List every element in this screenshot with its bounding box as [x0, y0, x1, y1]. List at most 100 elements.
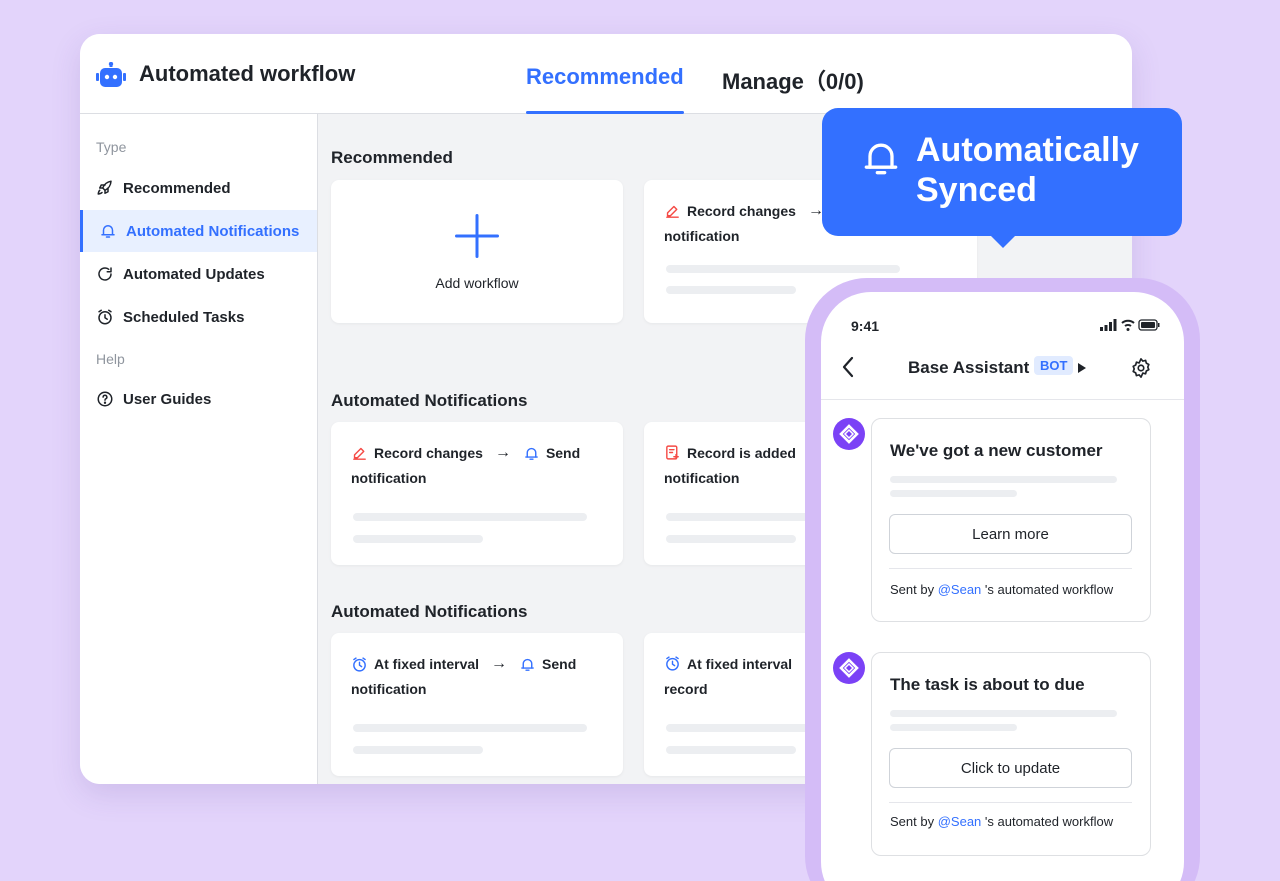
sent-by-label: Sent by	[890, 814, 935, 829]
card-trigger-text: At fixed interval	[374, 656, 480, 672]
card-trigger-text: Record is added	[687, 444, 796, 461]
divider	[889, 802, 1132, 803]
placeholder-bar	[353, 513, 587, 521]
status-time: 9:41	[851, 318, 880, 334]
sidebar-item-automated-updates[interactable]: Automated Updates	[80, 253, 317, 295]
bell-icon	[525, 447, 538, 460]
sidebar-section-help: Help	[96, 351, 125, 367]
card-action-text: record	[664, 681, 708, 697]
caret-right-icon[interactable]	[1078, 363, 1086, 373]
card-action-text: notification	[351, 681, 427, 697]
placeholder-bar	[890, 724, 1017, 731]
sent-by-label: Sent by	[890, 582, 935, 597]
placeholder-bar	[890, 490, 1017, 497]
message-footer: Sent by @Sean 's automated workflow	[890, 814, 1113, 829]
placeholder-bar	[353, 535, 483, 543]
edit-icon	[666, 205, 679, 218]
alarm-icon	[666, 656, 679, 671]
chat-title[interactable]: Base Assistant	[908, 358, 1029, 378]
card-action-label: Send	[542, 656, 577, 672]
window-header: Automated workflow Recommended Manage（0/…	[80, 34, 1132, 114]
sidebar-item-user-guides[interactable]: User Guides	[80, 378, 317, 420]
card-trigger-text: Record changes	[374, 445, 483, 461]
bot-badge: BOT	[1034, 356, 1074, 375]
tab-manage[interactable]: Manage（0/0)	[722, 64, 864, 114]
learn-more-button[interactable]: Learn more	[889, 514, 1132, 554]
clock-icon	[98, 309, 112, 325]
bot-avatar	[833, 418, 865, 450]
robot-icon	[96, 62, 126, 87]
bell-icon	[101, 225, 115, 238]
section-title: Recommended	[331, 148, 453, 167]
arrow-right-icon: →	[494, 444, 511, 461]
sidebar-item-label: Automated Notifications	[126, 222, 300, 240]
back-chevron-icon[interactable]	[841, 356, 855, 378]
click-to-update-button[interactable]: Click to update	[889, 748, 1132, 788]
sidebar-item-recommended[interactable]: Recommended	[80, 167, 317, 209]
plus-icon	[455, 214, 499, 258]
bell-icon	[864, 143, 898, 175]
card-trigger-text: At fixed interval	[687, 655, 793, 672]
add-workflow-label: Add workflow	[435, 275, 519, 291]
sidebar-section-type: Type	[96, 139, 127, 155]
card-trigger-line: Record changes →	[664, 202, 836, 220]
phone-screen: 9:41 Base Assistant BOT We've got a new …	[821, 292, 1184, 881]
footer-suffix: 's automated workflow	[984, 582, 1114, 597]
message-title: The task is about to due	[890, 675, 1085, 694]
section-title: Automated Notifications	[331, 602, 528, 621]
card-action-text: notification	[664, 470, 740, 486]
callout-line2: Synced	[916, 171, 1037, 209]
app-title: Automated workflow	[139, 61, 356, 86]
message-title: We've got a new customer	[890, 441, 1103, 460]
gear-icon[interactable]	[1130, 357, 1152, 379]
message-footer: Sent by @Sean 's automated workflow	[890, 582, 1113, 597]
card-action-text: notification	[664, 228, 740, 244]
sync-callout: Automatically Synced	[822, 108, 1182, 248]
mention-link[interactable]: @Sean	[938, 814, 982, 829]
sidebar-item-label: Recommended	[123, 179, 231, 197]
base-logo-icon	[839, 658, 859, 678]
card-trigger-line: Record is added	[664, 444, 796, 461]
status-bar-icons	[1100, 319, 1160, 331]
card-action-text: notification	[351, 470, 427, 486]
divider	[889, 568, 1132, 569]
placeholder-bar	[666, 746, 796, 754]
sidebar-item-automated-notifications[interactable]: Automated Notifications	[80, 210, 317, 252]
alarm-icon	[353, 656, 366, 672]
sidebar-item-label: Scheduled Tasks	[123, 308, 245, 326]
callout-text: Automatically Synced	[916, 130, 1139, 210]
refresh-icon	[98, 267, 112, 281]
base-logo-icon	[839, 424, 859, 444]
placeholder-bar	[666, 265, 900, 273]
card-trigger-line: At fixed interval → Send	[351, 655, 576, 673]
mention-link[interactable]: @Sean	[938, 582, 982, 597]
placeholder-bar	[890, 710, 1117, 717]
bot-avatar	[833, 652, 865, 684]
placeholder-bar	[666, 535, 796, 543]
sidebar-item-label: Automated Updates	[123, 265, 265, 283]
sidebar-item-label: User Guides	[123, 390, 212, 408]
card-trigger-text: Record changes	[687, 203, 796, 219]
card-action-label: Send	[545, 445, 581, 461]
message-card: The task is about to due Click to update…	[871, 652, 1151, 856]
section-title: Automated Notifications	[331, 391, 528, 410]
footer-suffix: 's automated workflow	[984, 814, 1114, 829]
card-trigger-line: Record changes → Send	[351, 444, 580, 462]
placeholder-bar	[353, 724, 587, 732]
placeholder-bar	[353, 746, 483, 754]
tab-recommended[interactable]: Recommended	[526, 64, 684, 114]
card-trigger-line: At fixed interval	[664, 655, 792, 672]
sidebar-item-scheduled-tasks[interactable]: Scheduled Tasks	[80, 296, 317, 338]
record-add-icon	[666, 445, 679, 460]
phone-mockup: 9:41 Base Assistant BOT We've got a new …	[805, 278, 1200, 881]
sidebar: Type Recommended Automated Notifications…	[80, 114, 318, 784]
callout-line1: Automatically	[916, 131, 1139, 169]
message-card: We've got a new customer Learn more Sent…	[871, 418, 1151, 622]
placeholder-bar	[890, 476, 1117, 483]
workflow-card[interactable]: Record changes → Send notification	[331, 422, 623, 565]
add-workflow-card[interactable]: Add workflow	[331, 180, 623, 323]
edit-icon	[353, 447, 366, 460]
workflow-card[interactable]: At fixed interval → Send notification	[331, 633, 623, 776]
bell-icon	[521, 658, 534, 671]
question-circle-icon	[97, 391, 113, 407]
